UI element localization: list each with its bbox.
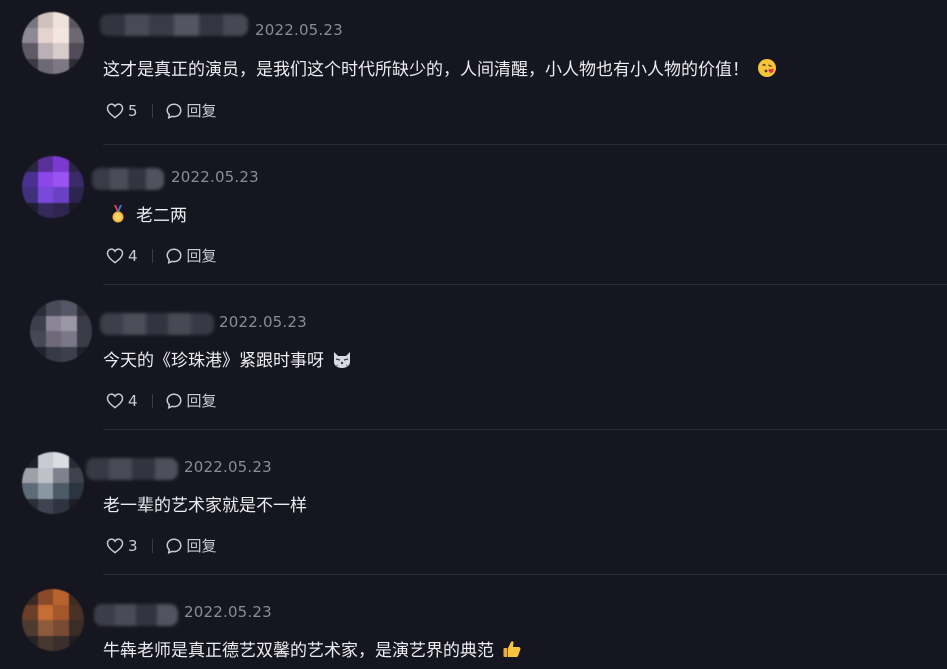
thumbs-up-emoji [502, 639, 522, 659]
divider [151, 393, 153, 408]
comment-text: 牛犇老师是真正德艺双馨的艺术家，是演艺界的典范 [103, 636, 522, 661]
heart-icon [106, 537, 124, 554]
comment-actions: 5 回复 [106, 100, 217, 121]
username-redacted[interactable] [86, 458, 178, 480]
comment-text: 老一辈的艺术家就是不一样 [103, 491, 307, 516]
comment-bubble-icon [165, 392, 183, 410]
cat-face-emoji [332, 349, 352, 369]
comment-date: 2022.05.23 [184, 603, 272, 621]
username-redacted[interactable] [100, 14, 248, 36]
avatar[interactable] [22, 589, 84, 651]
reply-button[interactable]: 回复 [165, 100, 217, 121]
comment-body: 老二两 [136, 206, 187, 226]
comment-text: 今天的《珍珠港》紧跟时事呀 [103, 346, 352, 371]
comment-item: 2022.05.23 老二两 4 回复 [0, 140, 947, 285]
comment-date: 2022.05.23 [255, 21, 343, 39]
comment-date: 2022.05.23 [171, 168, 259, 186]
comment-bubble-icon [165, 247, 183, 265]
comment-body: 老一辈的艺术家就是不一样 [103, 496, 307, 516]
like-button[interactable]: 4 [106, 247, 138, 265]
comment-actions: 4 回复 [106, 390, 217, 411]
reply-label: 回复 [186, 102, 217, 120]
comment-bubble-icon [165, 102, 183, 120]
like-count: 3 [128, 536, 138, 555]
comment-body: 牛犇老师是真正德艺双馨的艺术家，是演艺界的典范 [103, 641, 494, 661]
comment-text: 老二两 [108, 201, 187, 226]
comment-actions: 3 回复 [106, 535, 217, 556]
comment-body: 今天的《珍珠港》紧跟时事呀 [103, 351, 324, 371]
heart-icon [106, 102, 124, 119]
comment-item: 2022.05.23 这才是真正的演员，是我们这个时代所缺少的，人间清醒，小人物… [0, 0, 947, 145]
blowing-kiss-emoji [757, 58, 777, 78]
comment-feed: 2022.05.23 这才是真正的演员，是我们这个时代所缺少的，人间清醒，小人物… [0, 0, 947, 669]
comment-text: 这才是真正的演员，是我们这个时代所缺少的，人间清醒，小人物也有小人物的价值！ [103, 55, 777, 80]
comment-item: 2022.05.23 牛犇老师是真正德艺双馨的艺术家，是演艺界的典范 [0, 575, 947, 669]
like-count: 4 [128, 246, 138, 265]
heart-icon [106, 247, 124, 264]
avatar[interactable] [30, 300, 92, 362]
like-button[interactable]: 3 [106, 537, 138, 555]
comment-item: 2022.05.23 老一辈的艺术家就是不一样 3 回复 [0, 430, 947, 575]
reply-label: 回复 [186, 392, 217, 410]
divider [151, 248, 153, 263]
like-button[interactable]: 5 [106, 102, 138, 120]
comment-bubble-icon [165, 537, 183, 555]
reply-label: 回复 [186, 537, 217, 555]
avatar[interactable] [22, 452, 84, 514]
username-redacted[interactable] [100, 313, 214, 335]
avatar[interactable] [22, 156, 84, 218]
like-count: 4 [128, 391, 138, 410]
medal-emoji [108, 204, 128, 224]
reply-button[interactable]: 回复 [165, 245, 217, 266]
like-count: 5 [128, 101, 138, 120]
comment-actions: 4 回复 [106, 245, 217, 266]
like-button[interactable]: 4 [106, 392, 138, 410]
divider [151, 538, 153, 553]
comment-date: 2022.05.23 [219, 313, 307, 331]
comment-item: 2022.05.23 今天的《珍珠港》紧跟时事呀 4 回复 [0, 285, 947, 430]
comment-body: 这才是真正的演员，是我们这个时代所缺少的，人间清醒，小人物也有小人物的价值！ [103, 60, 749, 80]
avatar[interactable] [22, 12, 84, 74]
reply-button[interactable]: 回复 [165, 535, 217, 556]
username-redacted[interactable] [94, 604, 178, 626]
comment-date: 2022.05.23 [184, 458, 272, 476]
username-redacted[interactable] [92, 168, 164, 190]
divider [151, 103, 153, 118]
heart-icon [106, 392, 124, 409]
reply-label: 回复 [186, 247, 217, 265]
reply-button[interactable]: 回复 [165, 390, 217, 411]
